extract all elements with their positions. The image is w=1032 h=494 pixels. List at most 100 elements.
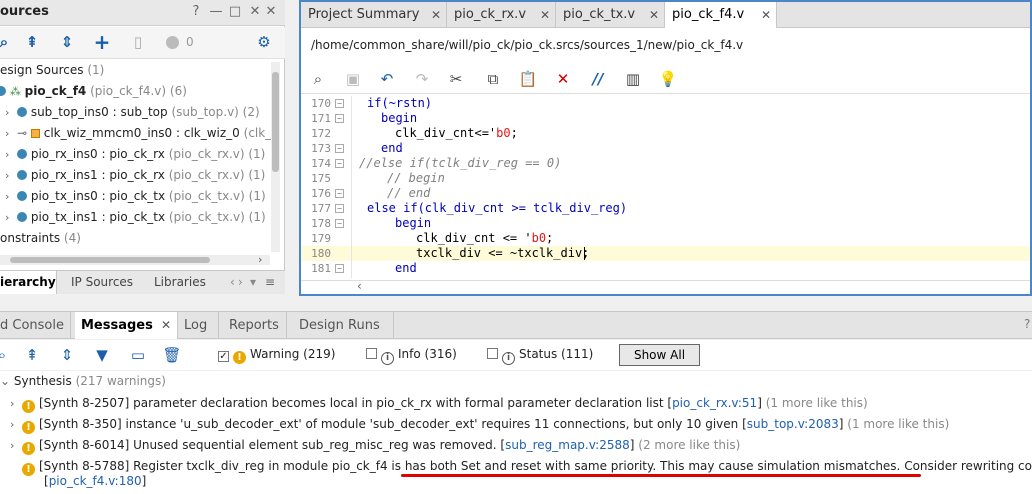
- message-item[interactable]: ›! [Synth 8-6014] Unused sequential eleme…: [10, 438, 1032, 455]
- redo-icon[interactable]: ↷: [412, 70, 432, 90]
- comment-icon[interactable]: //: [588, 70, 608, 90]
- fold-icon[interactable]: −: [335, 219, 344, 228]
- gear-icon[interactable]: ⚙: [254, 33, 274, 53]
- tab-messages[interactable]: Messages ✕: [75, 312, 178, 339]
- source-link[interactable]: sub_reg_map.v:2588: [505, 438, 630, 452]
- fold-icon[interactable]: −: [335, 204, 344, 213]
- editor-horizontal-scrollbar[interactable]: ‹: [301, 279, 1030, 294]
- column-select-icon[interactable]: ▥: [623, 70, 643, 90]
- checkbox-checked[interactable]: ✓: [218, 351, 229, 362]
- minimize-icon[interactable]: —: [207, 4, 225, 22]
- tab-log[interactable]: Log: [178, 312, 219, 339]
- tree-item-clk-wiz[interactable]: › ⊸ clk_wiz_mmcm0_ins0 : clk_wiz_0 (clk_: [5, 123, 271, 144]
- properties-icon[interactable]: ▯: [128, 33, 148, 53]
- close-icon[interactable]: ✕: [761, 2, 771, 28]
- fold-icon[interactable]: −: [335, 114, 344, 123]
- expand-all-icon[interactable]: ⇕: [57, 33, 77, 53]
- help-icon[interactable]: ?: [1024, 317, 1030, 331]
- tree-item-pio-rx-ins1[interactable]: › pio_rx_ins1 : pio_ck_rx (pio_ck_rx.v) …: [5, 165, 265, 186]
- delete-icon[interactable]: 🗑: [162, 346, 182, 366]
- expand-all-icon[interactable]: ⇕: [57, 346, 77, 366]
- search-icon[interactable]: ⌕: [308, 70, 328, 90]
- tabs-dropdown-icon[interactable]: ▾: [250, 271, 256, 294]
- close-icon[interactable]: ✕: [431, 2, 441, 28]
- close-icon[interactable]: ✕: [161, 312, 171, 339]
- comment-icon[interactable]: ▭: [128, 346, 148, 366]
- source-link[interactable]: pio_ck_rx.v:51: [672, 396, 757, 410]
- tree-item-pio-ck-f4[interactable]: ⁂ pio_ck_f4 (pio_ck_f4.v) (6): [0, 81, 187, 102]
- chevron-right-icon[interactable]: ›: [5, 123, 17, 144]
- search-icon[interactable]: ⌕: [0, 346, 12, 366]
- chevron-right-icon[interactable]: ›: [10, 438, 22, 453]
- scrollbar-thumb[interactable]: [10, 257, 210, 263]
- tab-reports[interactable]: Reports: [223, 312, 287, 339]
- fold-icon[interactable]: −: [335, 264, 344, 273]
- chevron-right-icon[interactable]: ›: [10, 396, 22, 411]
- close-icon[interactable]: ✕: [540, 2, 550, 28]
- delete-icon[interactable]: ✕: [553, 70, 573, 90]
- collapse-all-icon[interactable]: ⇞: [22, 33, 42, 53]
- tab-project-summary[interactable]: Project Summary ✕: [301, 2, 447, 28]
- chevron-right-icon[interactable]: ›: [5, 207, 17, 228]
- scroll-right-icon[interactable]: ›: [258, 253, 262, 266]
- tab-pio-ck-tx[interactable]: pio_ck_tx.v ✕: [556, 2, 665, 28]
- fold-icon[interactable]: −: [335, 144, 344, 153]
- tab-tcl-console[interactable]: d Console: [0, 312, 71, 339]
- lightbulb-icon[interactable]: 💡: [658, 70, 678, 90]
- copy-icon[interactable]: ⧉: [483, 70, 503, 90]
- tab-scroll-left-icon[interactable]: ‹: [230, 271, 235, 294]
- scrollbar-thumb[interactable]: [272, 72, 279, 172]
- help-icon[interactable]: ?: [187, 4, 205, 22]
- info-filter[interactable]: i Info (316): [366, 347, 457, 365]
- tab-scroll-right-icon[interactable]: ›: [238, 271, 243, 294]
- message-item[interactable]: ›! [Synth 8-350] instance 'u_sub_decoder_…: [10, 417, 1032, 434]
- chevron-down-icon[interactable]: ⌄: [0, 374, 10, 388]
- checkbox[interactable]: [487, 348, 498, 359]
- save-icon[interactable]: ▣: [343, 70, 363, 90]
- tab-libraries[interactable]: Libraries: [154, 271, 206, 294]
- close-icon[interactable]: ✕: [262, 4, 280, 22]
- group-synthesis[interactable]: ⌄ Synthesis (217 warnings): [0, 374, 1032, 389]
- cut-icon[interactable]: ✂: [446, 70, 466, 90]
- show-all-button[interactable]: Show All: [619, 344, 700, 366]
- collapse-all-icon[interactable]: ⇞: [22, 346, 42, 366]
- source-link[interactable]: sub_top.v:2083: [747, 417, 839, 431]
- tab-ip-sources[interactable]: IP Sources: [71, 271, 133, 294]
- message-item[interactable]: ›! [Synth 8-2507] parameter declaration b…: [10, 396, 1032, 413]
- checkbox[interactable]: [366, 348, 377, 359]
- vertical-scrollbar[interactable]: [271, 62, 280, 252]
- code-line: 177 − else if(clk_div_cnt >= tclk_div_re…: [311, 201, 628, 215]
- tree-item-pio-tx-ins0[interactable]: › pio_tx_ins0 : pio_ck_tx (pio_ck_tx.v) …: [5, 186, 266, 207]
- tree-item-sub-top[interactable]: › sub_top_ins0 : sub_top (sub_top.v) (2): [5, 102, 260, 123]
- filter-icon[interactable]: ▼: [92, 346, 112, 366]
- code-area[interactable]: 170 − if(~rstn) 171 − begin 172 clk_div_…: [301, 96, 1030, 278]
- search-icon[interactable]: ⌕: [0, 33, 14, 53]
- warning-filter[interactable]: ✓! Warning (219): [218, 347, 335, 364]
- tab-pio-ck-f4[interactable]: pio_ck_f4.v ✕: [665, 2, 777, 28]
- status-filter[interactable]: i Status (111): [487, 347, 593, 365]
- source-link[interactable]: pio_ck_f4.v:180: [49, 474, 142, 488]
- chevron-right-icon[interactable]: ›: [5, 144, 17, 165]
- close-icon[interactable]: ✕: [649, 2, 659, 28]
- tree-item-pio-tx-ins1[interactable]: › pio_tx_ins1 : pio_ck_tx (pio_ck_tx.v) …: [5, 207, 266, 228]
- chevron-right-icon[interactable]: ›: [5, 186, 17, 207]
- tree-item-design-sources[interactable]: esign Sources (1): [0, 60, 104, 81]
- horizontal-scrollbar[interactable]: [0, 255, 270, 265]
- tabs-menu-icon[interactable]: ≡: [265, 271, 275, 294]
- scroll-left-icon[interactable]: ‹: [357, 279, 362, 293]
- tree-item-constraints[interactable]: onstraints (4): [0, 228, 81, 249]
- fold-icon[interactable]: −: [335, 99, 344, 108]
- tab-hierarchy[interactable]: ierarchy: [0, 271, 57, 294]
- tab-pio-ck-rx[interactable]: pio_ck_rx.v ✕: [447, 2, 556, 28]
- tree-item-pio-rx-ins0[interactable]: › pio_rx_ins0 : pio_ck_rx (pio_ck_rx.v) …: [5, 144, 265, 165]
- fold-icon[interactable]: −: [335, 159, 344, 168]
- fold-icon[interactable]: −: [335, 189, 344, 198]
- add-icon[interactable]: +: [92, 30, 112, 54]
- chevron-right-icon[interactable]: ›: [5, 165, 17, 186]
- paste-icon[interactable]: 📋: [518, 70, 538, 90]
- chevron-right-icon[interactable]: ›: [10, 417, 22, 432]
- undo-icon[interactable]: ↶: [377, 70, 397, 90]
- tab-design-runs[interactable]: Design Runs: [293, 312, 394, 339]
- maximize-icon[interactable]: □: [226, 4, 244, 22]
- chevron-right-icon[interactable]: ›: [5, 102, 17, 123]
